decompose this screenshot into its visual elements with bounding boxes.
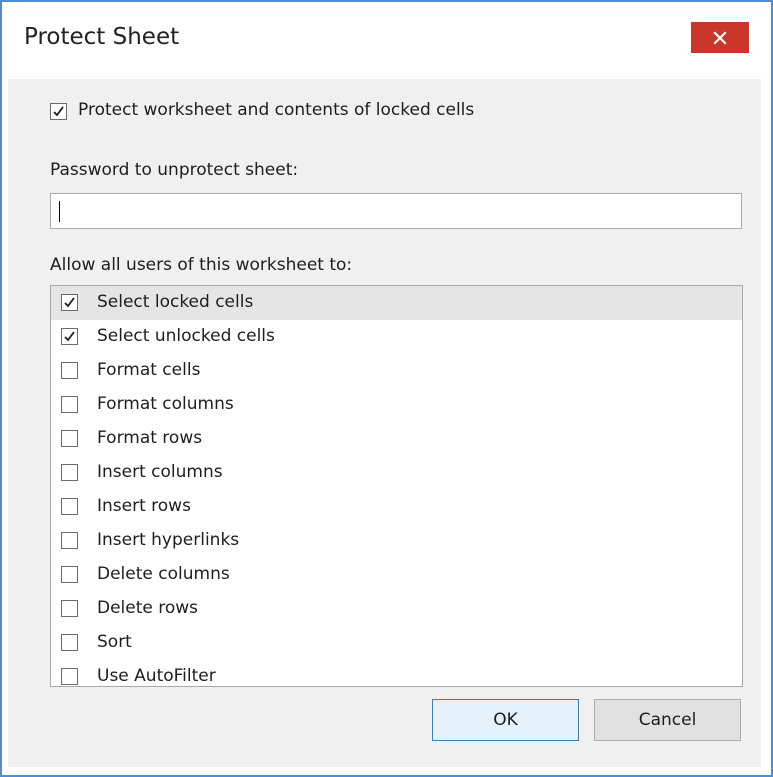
close-button[interactable] [691,22,749,53]
permission-item[interactable]: Format rows [51,422,742,456]
permission-label: Delete columns [97,564,230,584]
permission-label: Insert columns [97,462,223,482]
password-input[interactable] [50,193,742,229]
permission-checkbox[interactable] [61,532,78,549]
permission-checkbox[interactable] [61,668,78,685]
permission-label: Insert rows [97,496,191,516]
permission-item[interactable]: Use AutoFilter [51,660,742,686]
permission-checkbox[interactable] [61,464,78,481]
permission-item[interactable]: Format cells [51,354,742,388]
permission-checkbox[interactable] [61,294,78,311]
permission-label: Format rows [97,428,203,448]
permission-label: Select locked cells [97,292,254,312]
permission-checkbox[interactable] [61,498,78,515]
permission-checkbox[interactable] [61,362,78,379]
protect-checkbox[interactable] [50,103,67,120]
checkmark-icon [53,106,64,117]
permissions-list[interactable]: Select locked cells Select unlocked cells… [50,285,743,687]
permission-item[interactable]: Select locked cells [51,286,742,320]
ok-button[interactable]: OK [432,699,579,741]
permission-checkbox[interactable] [61,430,78,447]
permission-item[interactable]: Format columns [51,388,742,422]
permission-label: Use AutoFilter [97,666,216,686]
checkmark-icon [64,297,75,308]
close-icon [713,30,727,45]
permission-item[interactable]: Select unlocked cells [51,320,742,354]
permission-item[interactable]: Insert columns [51,456,742,490]
checkmark-icon [64,331,75,342]
permission-item[interactable]: Delete columns [51,558,742,592]
permission-label: Insert hyperlinks [97,530,240,550]
permission-checkbox[interactable] [61,328,78,345]
text-caret [59,201,60,222]
password-label: Password to unprotect sheet: [50,160,299,180]
allow-users-label: Allow all users of this worksheet to: [50,255,353,275]
title-bar[interactable]: Protect Sheet [2,2,771,80]
permission-checkbox[interactable] [61,396,78,413]
protect-sheet-dialog: Protect Sheet Protect worksheet and cont… [0,0,773,777]
permission-label: Format cells [97,360,201,380]
permission-label: Sort [97,632,132,652]
permission-item[interactable]: Insert rows [51,490,742,524]
permission-checkbox[interactable] [61,566,78,583]
permission-item[interactable]: Sort [51,626,742,660]
permission-label: Format columns [97,394,234,414]
cancel-button[interactable]: Cancel [594,699,741,741]
protect-checkbox-label[interactable]: Protect worksheet and contents of locked… [78,100,474,120]
dialog-title: Protect Sheet [24,24,180,50]
permission-label: Select unlocked cells [97,326,275,346]
permission-label: Delete rows [97,598,199,618]
permission-item[interactable]: Delete rows [51,592,742,626]
permission-item[interactable]: Insert hyperlinks [51,524,742,558]
permission-checkbox[interactable] [61,634,78,651]
permission-checkbox[interactable] [61,600,78,617]
dialog-content: Protect worksheet and contents of locked… [8,79,761,767]
